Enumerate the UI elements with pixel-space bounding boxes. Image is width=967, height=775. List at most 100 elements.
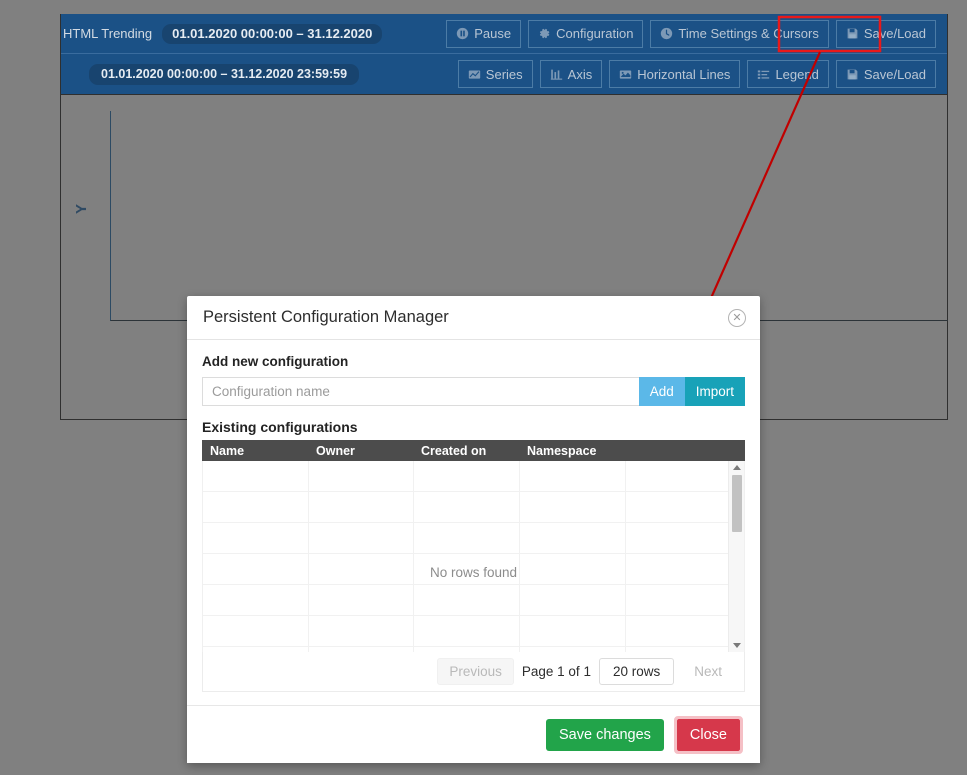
table-header-row: Name Owner Created on Namespace bbox=[202, 440, 745, 461]
table-cell bbox=[414, 554, 520, 584]
table-cell bbox=[203, 523, 309, 553]
table-row bbox=[203, 647, 744, 652]
table-cell bbox=[520, 461, 626, 491]
table-cell bbox=[520, 585, 626, 615]
table-cell bbox=[626, 492, 744, 522]
floppy-icon bbox=[846, 27, 859, 40]
horizontal-lines-icon bbox=[619, 68, 632, 81]
table-cell bbox=[203, 585, 309, 615]
save-load-button-top[interactable]: Save/Load bbox=[835, 19, 936, 48]
table-cell bbox=[203, 461, 309, 491]
configuration-name-input[interactable] bbox=[202, 377, 639, 406]
table-cell bbox=[309, 554, 414, 584]
table-cell bbox=[203, 616, 309, 646]
gear-icon bbox=[538, 27, 551, 40]
horizontal-lines-button[interactable]: Horizontal Lines bbox=[609, 60, 741, 88]
scroll-down-arrow-icon[interactable] bbox=[733, 643, 741, 648]
pause-icon bbox=[456, 27, 469, 40]
table-cell bbox=[414, 461, 520, 491]
column-header-namespace[interactable]: Namespace bbox=[519, 444, 625, 458]
add-button[interactable]: Add bbox=[638, 377, 685, 406]
table-cell bbox=[203, 554, 309, 584]
close-button[interactable]: Close bbox=[676, 718, 740, 751]
configuration-button-label: Configuration bbox=[556, 26, 634, 41]
import-button[interactable]: Import bbox=[684, 377, 745, 406]
pause-button-label: Pause bbox=[474, 26, 512, 41]
toolbar-second: 01.01.2020 00:00:00 – 31.12.2020 23:59:5… bbox=[61, 54, 947, 95]
time-range-pill[interactable]: 01.01.2020 00:00:00 – 31.12.2020 bbox=[162, 23, 383, 44]
table-cell bbox=[626, 616, 744, 646]
dialog-header: Persistent Configuration Manager ✕ bbox=[187, 296, 760, 340]
table-cell bbox=[414, 492, 520, 522]
circle-x-icon[interactable]: ✕ bbox=[728, 308, 746, 327]
clock-icon bbox=[660, 27, 673, 40]
close-button-highlight: Close bbox=[673, 715, 743, 754]
table-row bbox=[203, 585, 744, 616]
legend-icon bbox=[757, 68, 770, 81]
table-row bbox=[203, 461, 744, 492]
add-new-configuration-label: Add new configuration bbox=[202, 354, 349, 369]
chart-plot-area[interactable] bbox=[110, 111, 948, 321]
screen: HTML Trending 01.01.2020 00:00:00 – 31.1… bbox=[0, 0, 967, 775]
app-title: HTML Trending bbox=[63, 26, 153, 41]
toolbar-top: HTML Trending 01.01.2020 00:00:00 – 31.1… bbox=[61, 14, 947, 54]
table-cell bbox=[309, 492, 414, 522]
table-body: No rows found bbox=[202, 461, 745, 652]
table-cell bbox=[520, 647, 626, 652]
next-page-button[interactable]: Next bbox=[682, 658, 734, 685]
existing-configurations-label: Existing configurations bbox=[202, 419, 358, 435]
floppy-icon bbox=[846, 68, 859, 81]
series-icon bbox=[468, 68, 481, 81]
dialog-body: Add new configuration Add Import Existin… bbox=[187, 340, 760, 705]
table-cell bbox=[414, 523, 520, 553]
series-button-label: Series bbox=[485, 66, 523, 82]
table-cell bbox=[520, 616, 626, 646]
table-cell bbox=[626, 554, 744, 584]
legend-button[interactable]: Legend bbox=[747, 60, 829, 88]
column-header-name[interactable]: Name bbox=[202, 444, 308, 458]
table-cell bbox=[414, 616, 520, 646]
axis-button-label: Axis bbox=[567, 66, 593, 82]
time-range-full-pill[interactable]: 01.01.2020 00:00:00 – 31.12.2020 23:59:5… bbox=[89, 63, 360, 85]
time-settings-cursors-button-label: Time Settings & Cursors bbox=[678, 26, 819, 41]
previous-page-button[interactable]: Previous bbox=[437, 658, 514, 685]
save-load-button-second[interactable]: Save/Load bbox=[835, 60, 936, 88]
rows-per-page-select[interactable]: 20 rows bbox=[598, 658, 675, 685]
table-cell bbox=[626, 523, 744, 553]
persistent-configuration-manager-dialog: Persistent Configuration Manager ✕ Add n… bbox=[187, 296, 760, 763]
table-row bbox=[203, 554, 744, 585]
table-row bbox=[203, 616, 744, 647]
table-cell bbox=[414, 647, 520, 652]
axis-button[interactable]: Axis bbox=[539, 60, 603, 88]
dialog-title: Persistent Configuration Manager bbox=[203, 308, 449, 326]
scroll-up-arrow-icon[interactable] bbox=[733, 465, 741, 470]
table-cell bbox=[309, 461, 414, 491]
pause-button[interactable]: Pause bbox=[446, 19, 522, 48]
scrollbar-thumb[interactable] bbox=[732, 475, 742, 532]
table-cell bbox=[309, 616, 414, 646]
axis-icon bbox=[550, 68, 563, 81]
table-vertical-scrollbar[interactable] bbox=[728, 461, 744, 652]
table-cell bbox=[414, 585, 520, 615]
table-cell bbox=[520, 554, 626, 584]
column-header-owner[interactable]: Owner bbox=[308, 444, 413, 458]
table-row bbox=[203, 492, 744, 523]
add-configuration-input-group: Add Import bbox=[202, 377, 745, 406]
dialog-footer: Save changes Close bbox=[187, 705, 760, 763]
table-cell bbox=[626, 585, 744, 615]
series-button[interactable]: Series bbox=[457, 60, 533, 88]
configuration-button[interactable]: Configuration bbox=[528, 19, 644, 48]
table-pagination: Previous Page 1 of 1 20 rows Next bbox=[202, 652, 745, 692]
table-row bbox=[203, 523, 744, 554]
table-cell bbox=[626, 647, 744, 652]
save-load-button-top-label: Save/Load bbox=[863, 26, 926, 41]
legend-button-label: Legend bbox=[775, 66, 819, 82]
table-cell bbox=[309, 523, 414, 553]
time-settings-cursors-button[interactable]: Time Settings & Cursors bbox=[650, 19, 829, 48]
table-cell bbox=[520, 492, 626, 522]
table-cell bbox=[309, 647, 414, 652]
save-load-button-second-label: Save/Load bbox=[863, 66, 926, 82]
column-header-created-on[interactable]: Created on bbox=[413, 444, 519, 458]
save-changes-button[interactable]: Save changes bbox=[546, 718, 664, 751]
page-indicator: Page 1 of 1 bbox=[521, 664, 591, 679]
